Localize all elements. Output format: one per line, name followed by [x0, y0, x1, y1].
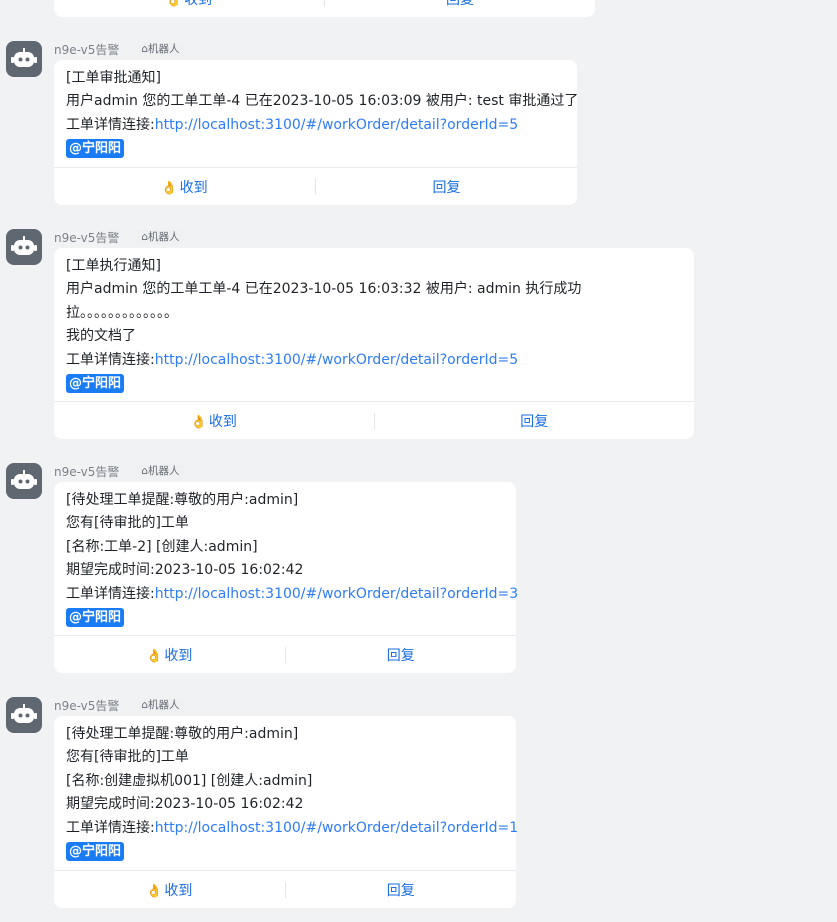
- message-line: [工单审批通知]: [66, 70, 161, 86]
- received-button[interactable]: 👌收到: [54, 0, 324, 9]
- ok-hand-icon: 👌: [161, 180, 178, 196]
- message-line: [待处理工单提醒:尊敬的用户:admin]: [66, 492, 299, 508]
- detail-link[interactable]: http://localhost:3100/#/workOrder/detail…: [155, 586, 518, 602]
- bot-avatar[interactable]: [6, 463, 42, 499]
- message-line: 您有[待审批的]工单: [66, 515, 189, 532]
- ok-hand-icon: 👌: [165, 0, 183, 8]
- message-line: [名称:工单-2] [创建人:admin]: [66, 538, 258, 555]
- message-card: [工单审批通知] 用户admin 您的工单工单-4 已在2023-10-05 1…: [54, 60, 579, 205]
- message-line: 期望完成时间:2023-10-05 16:02:42: [66, 796, 304, 813]
- ok-hand-icon: 👌: [146, 648, 163, 664]
- message-body: [工单执行通知] 用户admin 您的工单工单-4 已在2023-10-05 1…: [54, 248, 694, 398]
- ok-hand-icon: 👌: [146, 883, 163, 899]
- received-button[interactable]: 👌收到: [54, 645, 285, 665]
- reply-button[interactable]: 回复: [316, 177, 577, 197]
- sender-name[interactable]: n9e-v5告警: [54, 41, 119, 58]
- message-line: 我的文档了: [66, 328, 136, 345]
- message-line: 拉。。。。。。。。。。。。。: [66, 304, 178, 321]
- sender-name[interactable]: n9e-v5告警: [54, 463, 119, 480]
- message-line: [待处理工单提醒:尊敬的用户:admin]: [66, 726, 299, 742]
- detail-link[interactable]: http://localhost:3100/#/workOrder/detail…: [155, 820, 518, 836]
- mention-tag[interactable]: @宁阳阳: [66, 841, 125, 861]
- ok-hand-icon: 👌: [190, 414, 207, 430]
- message-line: 您有[待审批的]工单: [66, 749, 189, 766]
- message-line: [工单执行通知]: [66, 258, 161, 274]
- received-button[interactable]: 👌收到: [54, 177, 315, 197]
- message-card: [待处理工单提醒:尊敬的用户:admin] 您有[待审批的]工单 [名称:创建虚…: [54, 716, 519, 908]
- message-line: 用户admin 您的工单工单-4 已在2023-10-05 16:03:09 被…: [66, 93, 579, 110]
- sender-name[interactable]: n9e-v5告警: [54, 229, 119, 246]
- detail-link-line: 工单详情连接:http://localhost:3100/#/workOrder…: [66, 351, 519, 368]
- card-actions: 👌收到 回复: [54, 870, 516, 908]
- robot-icon: [11, 48, 37, 67]
- detail-link-line: 工单详情连接:http://localhost:3100/#/workOrder…: [66, 819, 519, 836]
- bot-avatar[interactable]: [6, 41, 42, 77]
- bot-avatar[interactable]: [6, 229, 42, 265]
- card-actions: 👌收到 回复: [54, 635, 516, 673]
- robot-icon: [11, 236, 37, 255]
- mention-tag[interactable]: @宁阳阳: [66, 373, 125, 393]
- message-body: [工单审批通知] 用户admin 您的工单工单-4 已在2023-10-05 1…: [54, 60, 579, 163]
- message-meta: n9e-v5告警 ⌂机器人: [54, 463, 184, 479]
- message-body: [待处理工单提醒:尊敬的用户:admin] 您有[待审批的]工单 [名称:工单-…: [54, 482, 519, 632]
- detail-link-line: 工单详情连接:http://localhost:3100/#/workOrder…: [66, 585, 519, 602]
- bot-badge: ⌂机器人: [137, 463, 184, 479]
- bot-avatar[interactable]: [6, 697, 42, 733]
- card-actions: 👌收到 回复: [54, 401, 694, 439]
- reply-button[interactable]: 回复: [286, 880, 517, 900]
- message-meta: n9e-v5告警 ⌂机器人: [54, 697, 184, 713]
- reply-button[interactable]: 回复: [286, 645, 517, 665]
- message-line: 用户admin 您的工单工单-4 已在2023-10-05 16:03:32 被…: [66, 281, 582, 298]
- mention-tag[interactable]: @宁阳阳: [66, 139, 125, 159]
- mention-tag[interactable]: @宁阳阳: [66, 607, 125, 627]
- message-meta: n9e-v5告警 ⌂机器人: [54, 41, 184, 57]
- message-line: [名称:创建虚拟机001] [创建人:admin]: [66, 772, 313, 789]
- detail-link[interactable]: http://localhost:3100/#/workOrder/detail…: [155, 352, 518, 368]
- bot-badge: ⌂机器人: [137, 229, 184, 245]
- robot-icon: [11, 704, 37, 723]
- detail-link-line: 工单详情连接:http://localhost:3100/#/workOrder…: [66, 116, 519, 133]
- message-card: [工单执行通知] 用户admin 您的工单工单-4 已在2023-10-05 1…: [54, 248, 694, 439]
- message-line: 期望完成时间:2023-10-05 16:02:42: [66, 562, 304, 579]
- bot-badge: ⌂机器人: [137, 697, 184, 713]
- message-body: [待处理工单提醒:尊敬的用户:admin] 您有[待审批的]工单 [名称:创建虚…: [54, 716, 519, 866]
- sender-name[interactable]: n9e-v5告警: [54, 697, 119, 714]
- message-card: [待处理工单提醒:尊敬的用户:admin] 您有[待审批的]工单 [名称:工单-…: [54, 482, 519, 673]
- card-actions: 👌收到 回复: [54, 167, 577, 205]
- message-meta: n9e-v5告警 ⌂机器人: [54, 229, 184, 245]
- received-button[interactable]: 👌收到: [54, 411, 374, 431]
- robot-icon: [11, 470, 37, 489]
- received-button[interactable]: 👌收到: [54, 880, 285, 900]
- detail-link[interactable]: http://localhost:3100/#/workOrder/detail…: [155, 117, 518, 133]
- reply-button[interactable]: 回复: [375, 411, 695, 431]
- card-actions: 👌收到 回复: [54, 0, 595, 17]
- reply-button[interactable]: 回复: [325, 0, 595, 9]
- bot-badge: ⌂机器人: [137, 41, 184, 57]
- message-card-partial: 👌收到 回复: [54, 0, 595, 17]
